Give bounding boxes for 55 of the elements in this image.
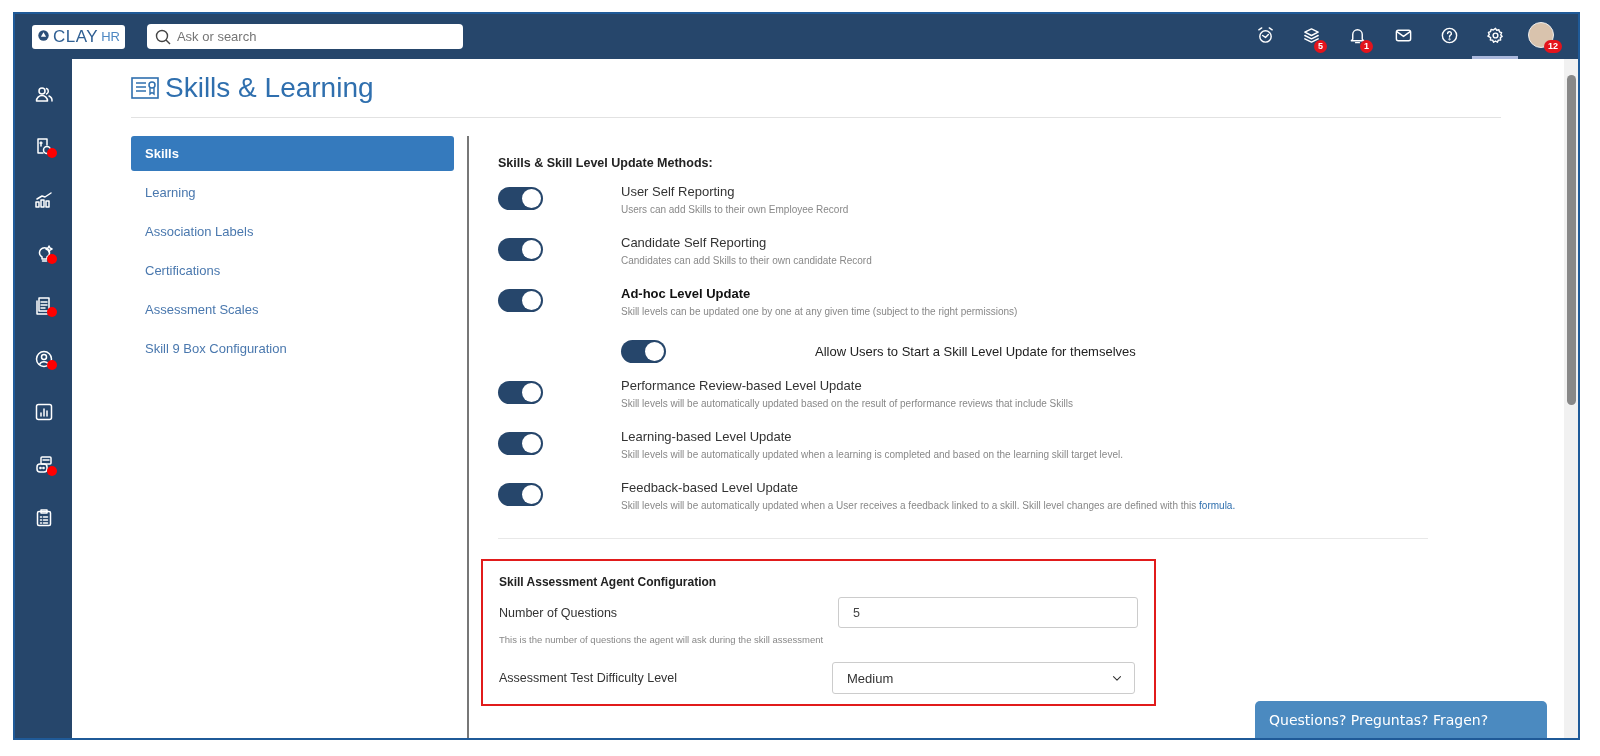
setting-description: Skill levels will be automatically updated when a User receives a feedback linked to a skill. Skill level changes are defined with this formula. xyxy=(621,500,1236,511)
alarm-clock-icon xyxy=(1255,25,1275,45)
setting-title: Allow Users to Start a Skill Level Update for themselves xyxy=(815,343,1136,359)
nav-item[interactable]: Skill 9 Box Configuration xyxy=(131,331,454,366)
nav-item[interactable]: Association Labels xyxy=(131,214,454,249)
count-badge: 1 xyxy=(1360,40,1373,53)
setting-title: User Self Reporting xyxy=(621,184,736,199)
section-heading: Skills & Skill Level Update Methods: xyxy=(498,156,714,170)
search-field[interactable]: Ask or search xyxy=(146,24,463,49)
user-circle-icon xyxy=(33,348,54,369)
certificate-icon xyxy=(131,77,159,99)
setting-description: Skill levels can be updated one by one at any given time (subject to the right permissions) xyxy=(621,306,1018,317)
toolbar-button[interactable]: 12 xyxy=(1518,14,1564,59)
scrollbar[interactable] xyxy=(1564,59,1578,738)
nav-item[interactable]: Learning xyxy=(131,175,454,210)
stack-icon xyxy=(1301,25,1321,45)
toggle-switch[interactable] xyxy=(498,432,543,455)
field-label: Assessment Test Difficulty Level xyxy=(499,671,678,685)
setting-title: Learning-based Level Update xyxy=(621,429,793,444)
toolbar-button[interactable]: 1 xyxy=(1334,14,1380,59)
settings-icon xyxy=(1485,25,1505,45)
setting-title: Candidate Self Reporting xyxy=(621,235,768,250)
chat-button[interactable]: Questions? Preguntas? Fragen? xyxy=(1255,701,1547,738)
setting-title: Feedback-based Level Update xyxy=(621,480,800,495)
setting-description: Skill levels will be automatically updated when a learning is completed and based on the learning skill target level. xyxy=(621,449,1123,460)
field-label: Number of Questions xyxy=(499,605,618,620)
setting-description: Candidates can add Skills to their own candidate Record xyxy=(621,255,872,266)
bar-chart-icon xyxy=(33,189,54,210)
toggle-switch[interactable] xyxy=(498,187,543,210)
setting-description: Skill levels will be automatically updated based on the result of performance reviews that include Skills xyxy=(621,398,1073,409)
difficulty-dropdown[interactable]: Medium xyxy=(832,662,1135,694)
help-icon xyxy=(1439,25,1459,45)
setting-title: Ad-hoc Level Update xyxy=(621,286,752,301)
toolbar-button[interactable]: 5 xyxy=(1288,14,1334,59)
robot-chat-icon xyxy=(33,454,54,475)
logo-icon xyxy=(37,28,50,42)
count-badge: 12 xyxy=(1544,40,1562,53)
page-title: Skills & Learning xyxy=(165,72,374,104)
logo[interactable]: CLAY HR xyxy=(32,24,125,49)
toggle-switch[interactable] xyxy=(498,289,543,312)
nav-item[interactable]: Certifications xyxy=(131,253,454,288)
config-title: Skill Assessment Agent Configuration xyxy=(499,575,718,589)
nav-item[interactable]: Assessment Scales xyxy=(131,292,454,327)
setting-title: Performance Review-based Level Update xyxy=(621,378,863,393)
toggle-switch[interactable] xyxy=(498,483,543,506)
formula-link[interactable]: formula. xyxy=(1199,500,1236,511)
setting-description: Users can add Skills to their own Employee Record xyxy=(621,204,849,215)
nav-item[interactable]: Skills xyxy=(131,136,454,171)
number-field[interactable]: 5 xyxy=(838,597,1138,628)
toggle-switch[interactable] xyxy=(621,339,666,363)
toggle-switch[interactable] xyxy=(498,381,543,404)
toggle-switch[interactable] xyxy=(498,238,543,261)
count-badge: 5 xyxy=(1314,40,1327,53)
field-hint: This is the number of questions the agent will ask during the skill assessment xyxy=(499,634,825,645)
chart-report-icon xyxy=(33,401,54,422)
